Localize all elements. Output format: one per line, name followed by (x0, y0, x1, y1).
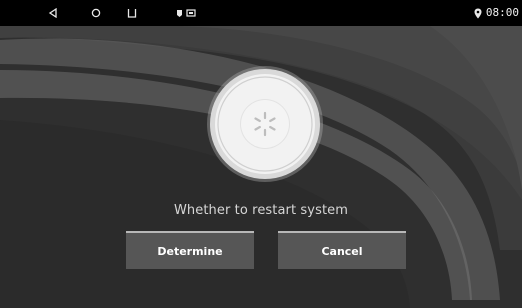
loading-spinner-icon (254, 111, 276, 137)
restart-badge (205, 64, 325, 184)
recent-apps-icon[interactable] (123, 0, 141, 26)
home-icon[interactable] (87, 0, 105, 26)
restart-prompt-text: Whether to restart system (173, 203, 349, 218)
notification-icons (172, 0, 200, 26)
back-icon[interactable] (44, 0, 62, 26)
clock: 08:00 (485, 6, 519, 19)
status-bar: 08:00 (0, 0, 522, 26)
determine-button[interactable]: Determine (126, 231, 254, 269)
screen: 08:00 Whether to restart system Determin… (0, 0, 522, 308)
cancel-button[interactable]: Cancel (278, 231, 406, 269)
location-icon (472, 0, 484, 26)
